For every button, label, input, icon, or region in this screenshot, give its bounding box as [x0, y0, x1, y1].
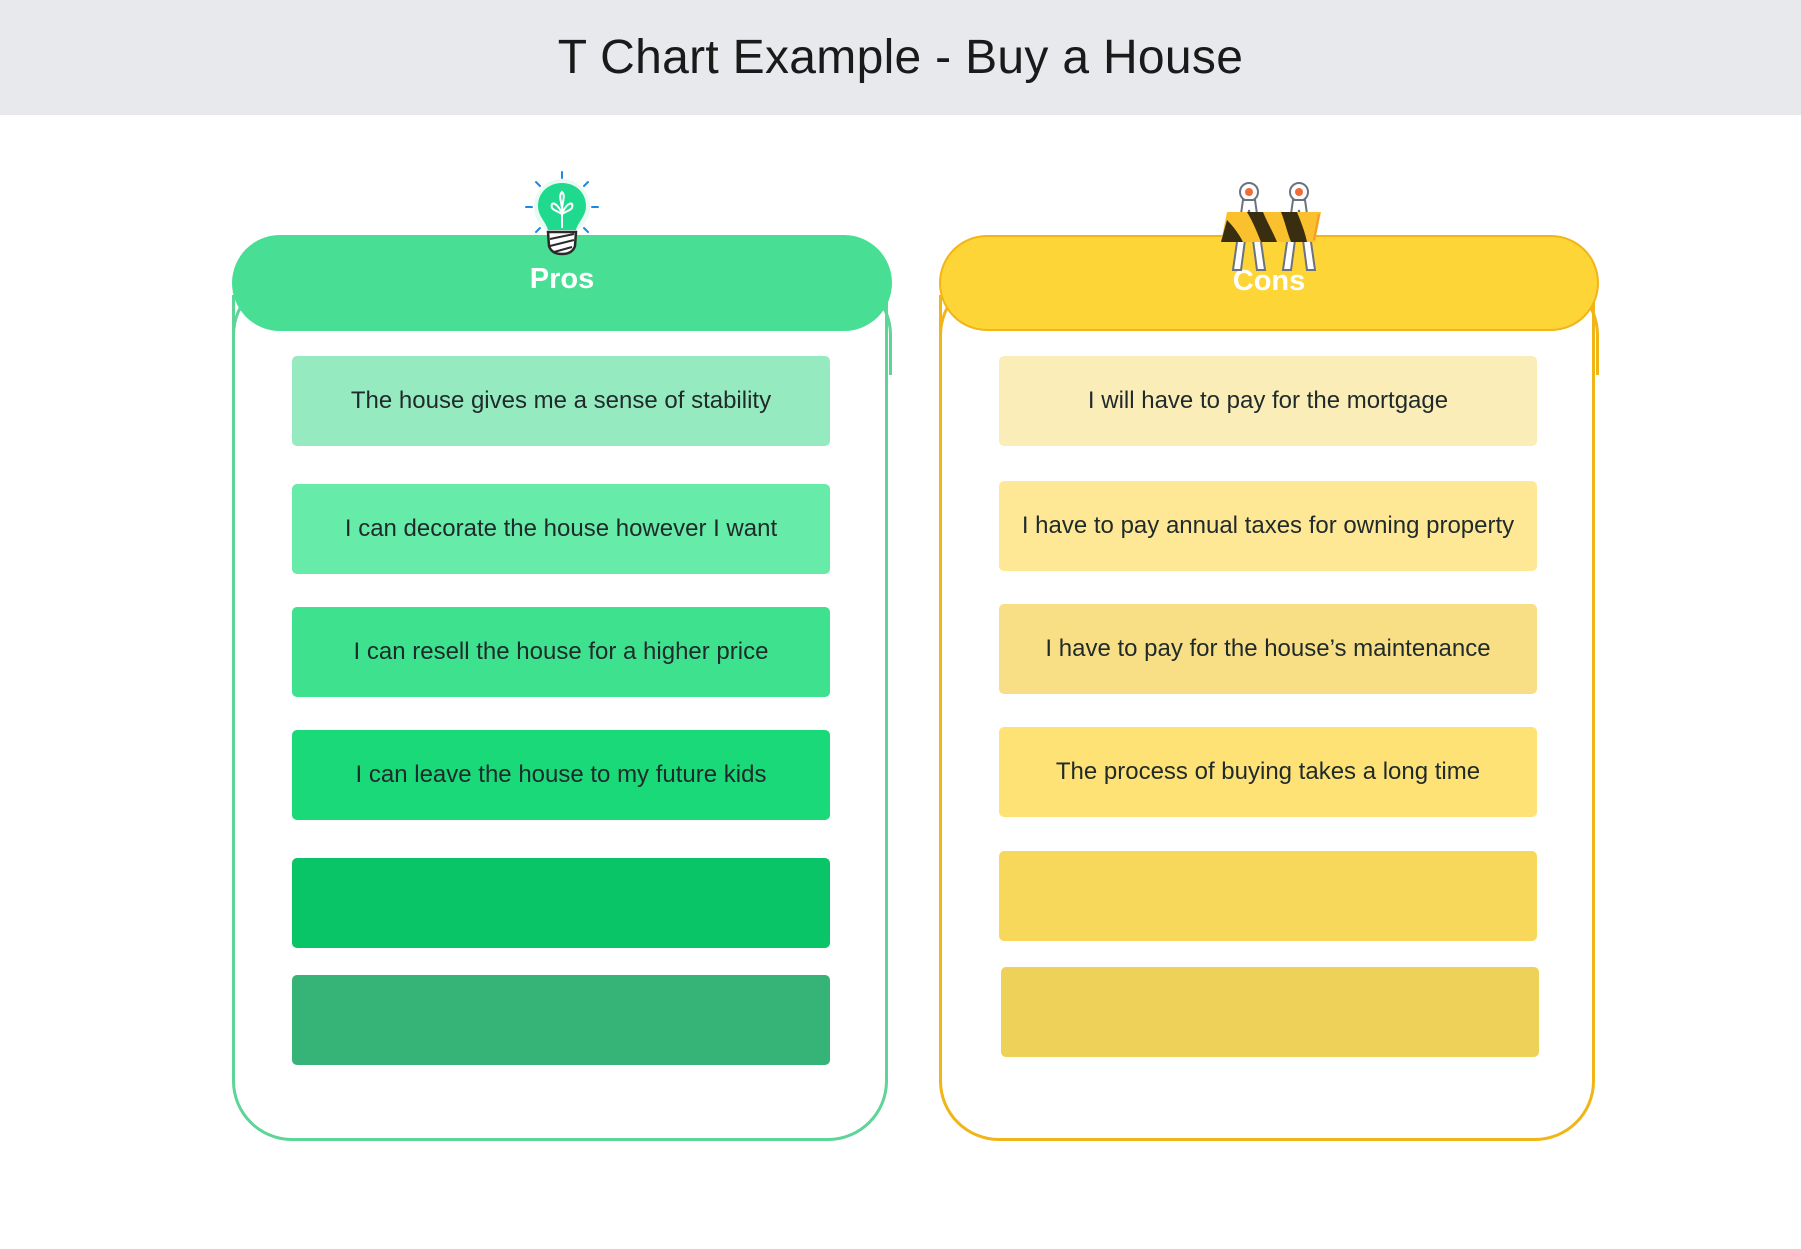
cons-item[interactable] — [999, 851, 1537, 941]
cons-item[interactable]: I have to pay for the house’s maintenanc… — [999, 604, 1537, 694]
cons-item-text: I have to pay for the house’s maintenanc… — [1045, 635, 1490, 663]
pros-item-text: I can resell the house for a higher pric… — [354, 638, 769, 666]
pros-item-text: The house gives me a sense of stability — [351, 387, 771, 415]
cons-item[interactable]: The process of buying takes a long time — [999, 727, 1537, 817]
cons-item-text: The process of buying takes a long time — [1056, 758, 1480, 786]
cons-item-text: I have to pay annual taxes for owning pr… — [1022, 512, 1514, 540]
cons-column: Cons I will have to pay for the mortgage… — [939, 235, 1599, 1143]
pros-item-text: I can leave the house to my future kids — [356, 761, 767, 789]
pros-item[interactable]: I can leave the house to my future kids — [292, 730, 830, 820]
cons-item[interactable] — [1001, 967, 1539, 1057]
page-header: T Chart Example - Buy a House — [0, 0, 1801, 115]
pros-column: Pros The house gives me a sense of stabi… — [232, 235, 892, 1143]
cons-item[interactable]: I have to pay annual taxes for owning pr… — [999, 481, 1537, 571]
pros-item[interactable]: I can decorate the house however I want — [292, 484, 830, 574]
pros-item-text: I can decorate the house however I want — [345, 515, 777, 543]
cons-item-text: I will have to pay for the mortgage — [1088, 387, 1448, 415]
cons-item[interactable]: I will have to pay for the mortgage — [999, 356, 1537, 446]
pros-title: Pros — [530, 263, 594, 296]
pros-item[interactable]: I can resell the house for a higher pric… — [292, 607, 830, 697]
road-barrier-icon — [1219, 180, 1329, 275]
pros-item[interactable] — [292, 975, 830, 1065]
pros-item[interactable] — [292, 858, 830, 948]
pros-item[interactable]: The house gives me a sense of stability — [292, 356, 830, 446]
page-title: T Chart Example - Buy a House — [558, 30, 1243, 85]
lightbulb-icon — [522, 170, 602, 260]
